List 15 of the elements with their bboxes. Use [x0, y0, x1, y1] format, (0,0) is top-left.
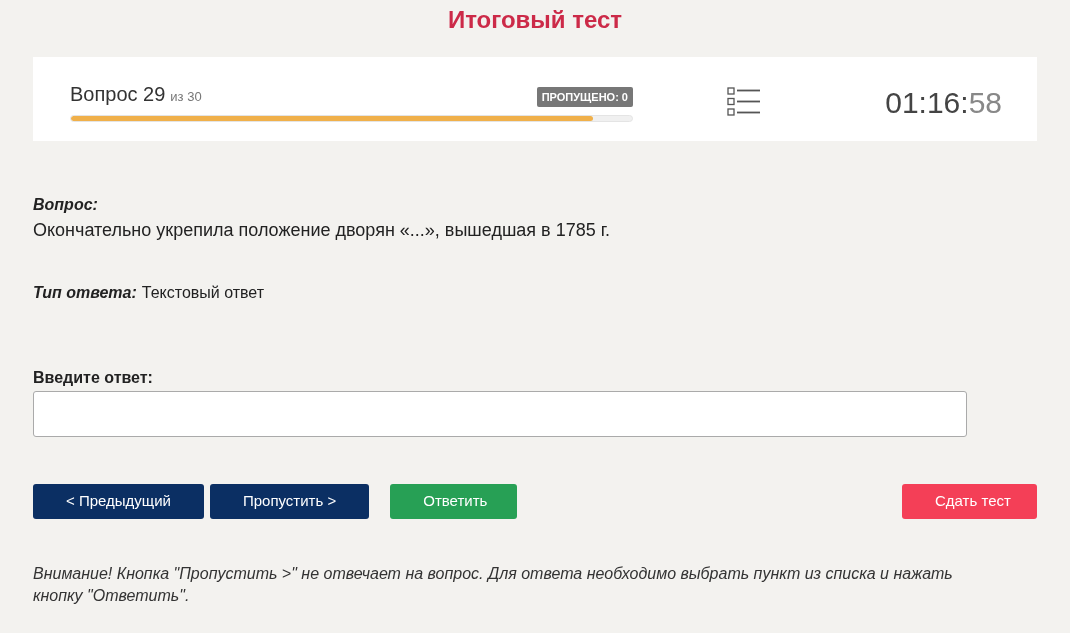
answer-type-label: Тип ответа:	[33, 283, 137, 303]
finish-test-button[interactable]: Сдать тест	[902, 484, 1037, 519]
answer-label: Введите ответ:	[33, 368, 154, 388]
page-title: Итоговый тест	[447, 5, 623, 35]
list-icon[interactable]	[727, 86, 760, 116]
question-label: Вопрос:	[33, 195, 99, 215]
notice-text: Внимание! Кнопка "Пропустить >" не отвечает на вопрос. Для ответа необходимо выбрать пункт из списка и нажать кнопку "Ответить".	[33, 564, 954, 606]
answer-field[interactable]	[33, 391, 967, 437]
nav-button[interactable]: Пропустить >	[209, 484, 370, 519]
nav-button[interactable]: < Предыдущий	[33, 484, 204, 519]
skipped-count: ПРОПУЩЕНО: 0	[536, 87, 633, 107]
question-counter: Вопрос 29 из 30	[70, 82, 202, 107]
countdown-timer: 01:16:58	[885, 85, 1002, 121]
answer-type-value: Текстовый ответ	[141, 283, 265, 303]
question-text: Окончательно укрепила положение дворян «...», вышедшая в 1785 г.	[33, 219, 612, 242]
